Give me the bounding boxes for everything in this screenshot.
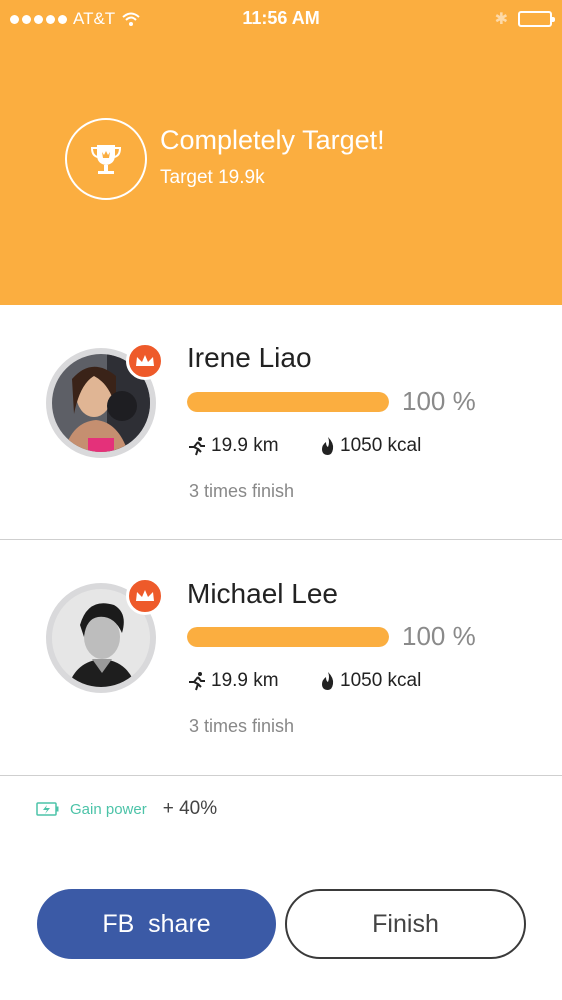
progress-percent: 100 % [402,386,476,416]
calories-stat: 1050 kcal [320,435,421,457]
finish-count: 3 times finish [189,481,295,501]
distance-stat: 19.9 km [187,435,279,457]
progress-percent: 100 % [402,621,476,651]
distance-stat: 19.9 km [187,670,279,692]
runner-icon [189,672,205,691]
crown-icon [136,590,154,601]
trophy-icon [90,145,122,174]
user-name: Michael Lee [187,578,338,609]
progress-fill [187,627,389,647]
avatar-wrap [46,577,164,693]
finish-button[interactable]: Finish [285,889,526,959]
calories-stat: 1050 kcal [320,670,421,692]
battery-charge-icon [36,802,59,816]
gain-power-row: Gain power + 40% [36,798,217,820]
flame-icon [322,672,334,690]
header: AT&T 11:56 AM ✱ Completely Target! Targe… [0,0,562,305]
crown-badge [126,342,164,380]
avatar-wrap [46,342,164,458]
progress-bar [187,627,389,647]
target-subtitle: Target 19.9k [160,167,265,188]
gain-power-label: Gain power [70,800,147,818]
trophy-badge [65,118,147,200]
user-card: Michael Lee 100 % 19.9 km 1050 kcal 3 ti… [0,541,562,776]
flame-icon [322,437,334,455]
user-name: Irene Liao [187,342,312,373]
runner-icon [189,437,205,456]
status-bar: AT&T 11:56 AM ✱ [0,0,562,40]
distance-value: 19.9 km [211,670,279,691]
finish-count: 3 times finish [189,716,295,736]
progress-bar [187,392,389,412]
progress-fill [187,392,389,412]
status-time: 11:56 AM [242,8,320,28]
distance-value: 19.9 km [211,435,279,456]
target-title: Completely Target! [160,125,385,155]
gain-power-value: + 40% [162,798,218,819]
user-card: Irene Liao 100 % 19.9 km 1050 kcal 3 tim… [0,305,562,540]
calories-value: 1050 kcal [340,435,422,456]
battery-icon [518,11,555,27]
status-right: ✱ [494,9,555,29]
crown-icon [136,355,154,366]
fb-share-button[interactable]: FB share [37,889,276,959]
bluetooth-icon: ✱ [494,11,508,28]
calories-value: 1050 kcal [340,670,422,691]
crown-badge [126,577,164,615]
